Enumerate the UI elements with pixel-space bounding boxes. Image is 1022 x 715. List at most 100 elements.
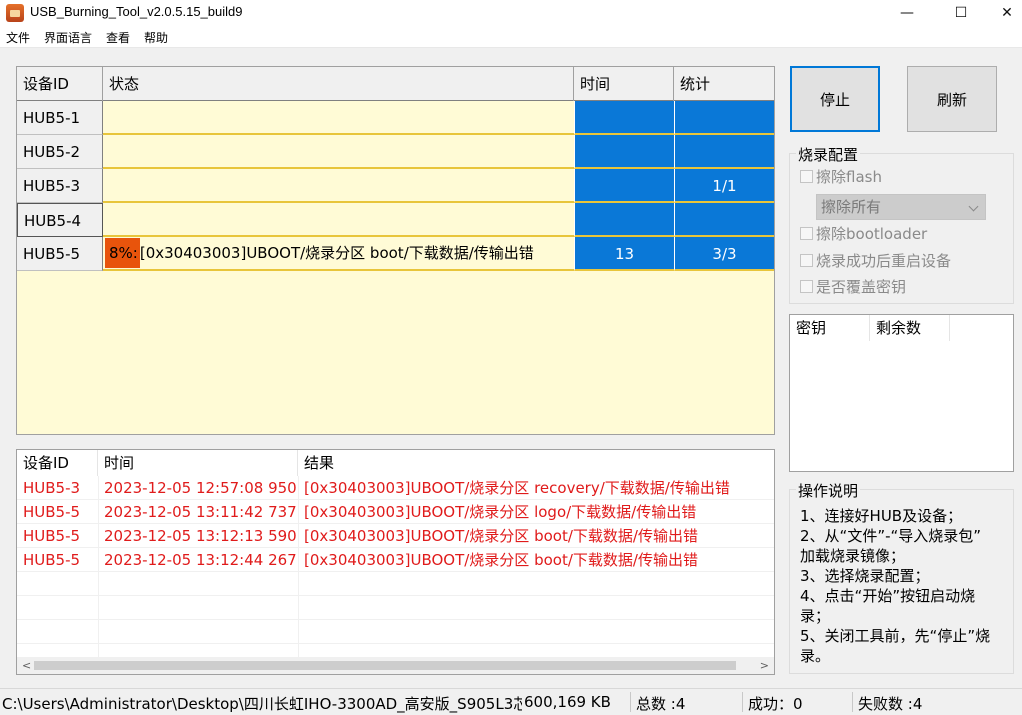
maximize-button[interactable]: ☐ xyxy=(938,0,984,26)
erase-flash-checkbox[interactable]: 擦除flash xyxy=(800,166,882,187)
device-row[interactable]: HUB5-2 xyxy=(17,135,774,169)
menu-help[interactable]: 帮助 xyxy=(144,29,168,46)
device-stat-cell xyxy=(674,203,774,237)
status-bar: C:\Users\Administrator\Desktop\四川长虹IHO-3… xyxy=(0,688,1022,715)
device-time-cell xyxy=(574,203,674,237)
chevron-down-icon xyxy=(968,201,979,212)
device-time-cell xyxy=(574,169,674,203)
log-time: 2023-12-05 13:12:44 267 xyxy=(104,551,297,569)
title-bar: USB_Burning_Tool_v2.0.5.15_build9 — ☐ ✕ xyxy=(0,0,1022,26)
device-id-cell: HUB5-3 xyxy=(17,169,103,203)
device-id-cell: HUB5-1 xyxy=(17,101,103,135)
divider xyxy=(742,692,743,712)
divider xyxy=(630,692,631,712)
divider xyxy=(852,692,853,712)
log-list[interactable]: 设备ID 时间 结果 HUB5-3 2023-12-05 12:57:08 95… xyxy=(16,449,775,675)
device-status-text: [0x30403003]UBOOT/烧录分区 boot/下载数据/传输出错 xyxy=(139,244,534,262)
log-result: [0x30403003]UBOOT/烧录分区 recovery/下载数据/传输出… xyxy=(304,479,730,497)
device-stat-cell xyxy=(674,135,774,169)
col-status[interactable]: 状态 xyxy=(103,67,574,101)
device-id-cell: HUB5-2 xyxy=(17,135,103,169)
device-time-cell xyxy=(574,135,674,169)
device-stat-cell xyxy=(674,101,774,135)
col-key[interactable]: 密钥 xyxy=(790,315,870,341)
status-size: 600,169 KB xyxy=(524,693,611,711)
device-grid-header: 设备ID 状态 时间 统计 xyxy=(17,67,774,101)
device-time-cell: 13 xyxy=(574,237,674,271)
log-row[interactable]: HUB5-5 2023-12-05 13:12:44 267 [0x304030… xyxy=(17,548,774,572)
log-time: 2023-12-05 13:11:42 737 xyxy=(104,503,297,521)
close-button[interactable]: ✕ xyxy=(984,0,1022,26)
log-result: [0x30403003]UBOOT/烧录分区 boot/下载数据/传输出错 xyxy=(304,551,698,569)
menu-file[interactable]: 文件 xyxy=(6,29,30,46)
scroll-right-icon[interactable]: > xyxy=(760,659,769,672)
col-device-id[interactable]: 设备ID xyxy=(17,67,103,101)
progress-tag: 8%: xyxy=(105,238,140,268)
col-remaining[interactable]: 剩余数 xyxy=(870,315,950,341)
log-time: 2023-12-05 12:57:08 950 xyxy=(104,479,297,497)
instruction-line: 1、连接好HUB及设备； xyxy=(800,507,963,525)
device-status-cell xyxy=(103,135,574,169)
minimize-button[interactable]: — xyxy=(884,0,930,26)
checkbox-box[interactable] xyxy=(800,280,813,293)
device-stat-cell: 3/3 xyxy=(674,237,774,271)
log-row[interactable]: HUB5-5 2023-12-05 13:11:42 737 [0x304030… xyxy=(17,500,774,524)
erase-bootloader-label: 擦除bootloader xyxy=(816,225,928,243)
log-row[interactable]: HUB5-5 2023-12-05 13:12:13 590 [0x304030… xyxy=(17,524,774,548)
device-row[interactable]: HUB5-3 1/1 xyxy=(17,169,774,203)
erase-bootloader-checkbox[interactable]: 擦除bootloader xyxy=(800,223,927,244)
instruction-line: 录。 xyxy=(800,647,831,665)
scrollbar-thumb[interactable] xyxy=(34,661,736,670)
log-row xyxy=(17,572,774,596)
checkbox-box[interactable] xyxy=(800,254,813,267)
device-status-cell xyxy=(103,169,574,203)
device-row[interactable]: HUB5-5 8%: [0x30403003]UBOOT/烧录分区 boot/下载… xyxy=(17,237,774,271)
log-row[interactable]: HUB5-3 2023-12-05 12:57:08 950 [0x304030… xyxy=(17,476,774,500)
horizontal-scrollbar[interactable]: < > xyxy=(17,657,774,674)
device-time-cell xyxy=(574,101,674,135)
col-time[interactable]: 时间 xyxy=(574,67,674,101)
overwrite-key-checkbox[interactable]: 是否覆盖密钥 xyxy=(800,276,906,297)
reboot-after-label: 烧录成功后重启设备 xyxy=(816,252,952,270)
status-path: C:\Users\Administrator\Desktop\四川长虹IHO-3… xyxy=(2,695,522,713)
erase-mode-value: 擦除所有 xyxy=(821,198,882,216)
status-fail: 失败数 :4 xyxy=(858,695,923,713)
device-row[interactable]: HUB5-4 xyxy=(17,203,774,237)
overwrite-key-label: 是否覆盖密钥 xyxy=(816,278,907,296)
erase-flash-label: 擦除flash xyxy=(816,168,882,186)
log-device-id: HUB5-3 xyxy=(23,479,81,497)
status-success: 成功：0 xyxy=(748,695,803,713)
log-device-id: HUB5-5 xyxy=(23,527,81,545)
log-device-id: HUB5-5 xyxy=(23,503,81,521)
device-grid[interactable]: 设备ID 状态 时间 统计 HUB5-1 HUB5-2 HUB5-3 1/1 H… xyxy=(16,66,775,435)
device-row[interactable]: HUB5-1 xyxy=(17,101,774,135)
instruction-line: 2、从“文件”-“导入烧录包” xyxy=(800,527,982,545)
menu-view[interactable]: 查看 xyxy=(106,29,130,46)
menu-language[interactable]: 界面语言 xyxy=(44,29,92,46)
stop-button[interactable]: 停止 xyxy=(790,66,880,132)
log-row xyxy=(17,596,774,620)
log-result: [0x30403003]UBOOT/烧录分区 boot/下载数据/传输出错 xyxy=(304,527,698,545)
instruction-line: 3、选择烧录配置； xyxy=(800,567,930,585)
refresh-button[interactable]: 刷新 xyxy=(907,66,997,132)
log-col-device-id[interactable]: 设备ID xyxy=(17,450,98,476)
log-col-result[interactable]: 结果 xyxy=(298,450,774,476)
burn-config-group: 烧录配置 擦除flash 擦除所有 擦除bootloader 烧录成功后重启设备… xyxy=(789,144,1014,304)
reboot-after-checkbox[interactable]: 烧录成功后重启设备 xyxy=(800,250,951,271)
erase-mode-select[interactable]: 擦除所有 xyxy=(816,194,986,220)
col-stat[interactable]: 统计 xyxy=(674,67,774,101)
log-row xyxy=(17,620,774,644)
device-id-cell: HUB5-4 xyxy=(17,203,103,237)
menu-bar: 文件 界面语言 查看 帮助 xyxy=(0,26,1022,48)
device-stat-cell: 1/1 xyxy=(674,169,774,203)
burn-config-title: 烧录配置 xyxy=(796,144,861,165)
log-col-time[interactable]: 时间 xyxy=(98,450,298,476)
checkbox-box[interactable] xyxy=(800,170,813,183)
checkbox-box[interactable] xyxy=(800,227,813,240)
key-list[interactable]: 密钥 剩余数 xyxy=(789,314,1014,472)
device-status-cell xyxy=(103,101,574,135)
device-id-cell: HUB5-5 xyxy=(17,237,103,271)
instruction-line: 5、关闭工具前，先“停止”烧 xyxy=(800,627,991,645)
scroll-left-icon[interactable]: < xyxy=(22,659,31,672)
instruction-line: 加载烧录镜像； xyxy=(800,547,906,565)
